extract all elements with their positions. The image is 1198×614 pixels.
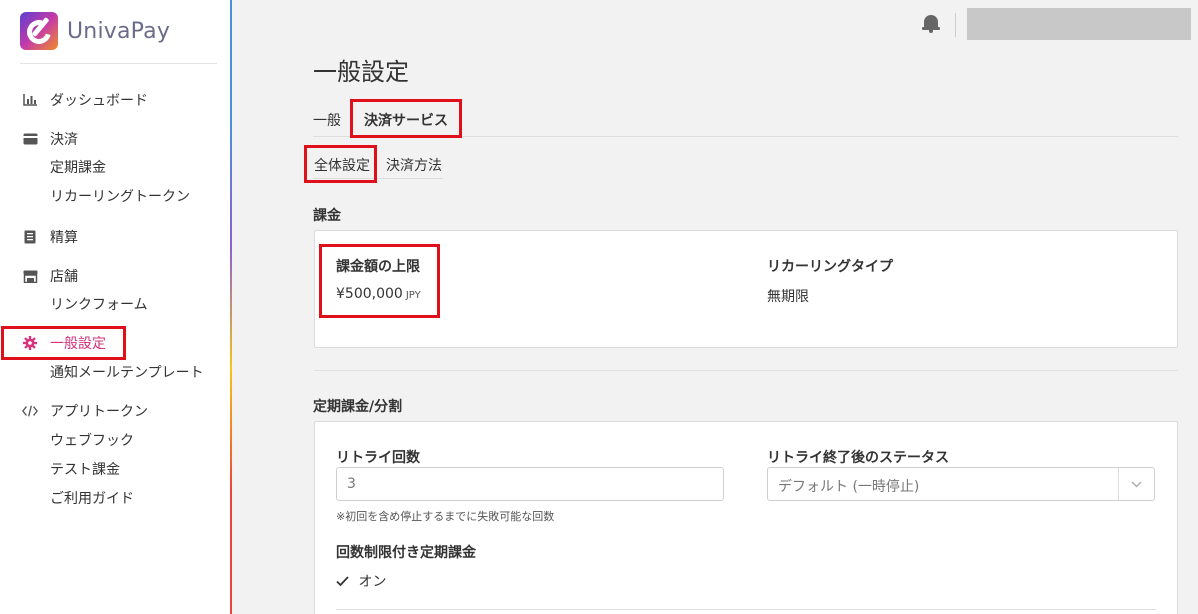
limited-subscription-value: オン: [358, 574, 387, 590]
sidebar-item-label: アプリトークン: [50, 404, 148, 420]
sidebar-item-link-form[interactable]: リンクフォーム: [50, 294, 148, 316]
subtab-payment-methods[interactable]: 決済方法: [386, 155, 442, 175]
highlight-box: [319, 244, 440, 318]
sidebar-item-label: 決済: [50, 132, 78, 148]
check-icon: [336, 574, 353, 590]
sidebar: UnivaPay ダッシュボード 決済 定期課金 リカーリングトークン 精算 店…: [0, 0, 232, 614]
highlight-box: [304, 145, 377, 183]
retry-count-hint: ※初回を含め停止するまでに失敗可能な回数: [336, 510, 555, 523]
sidebar-item-label: 店舗: [50, 269, 78, 285]
page-title: 一般設定: [313, 58, 409, 86]
retry-count-input[interactable]: 3: [336, 467, 724, 501]
sidebar-item-recurring-tokens[interactable]: リカーリングトークン: [50, 186, 190, 208]
recurring-type-value: 無期限: [767, 289, 809, 305]
limited-subscription-status: オン: [336, 571, 386, 591]
chevron-down-icon: [1118, 468, 1154, 500]
limited-subscription-label: 回数制限付き定期課金: [336, 545, 476, 561]
retry-end-status-select[interactable]: デフォルト (一時停止): [767, 467, 1155, 501]
sidebar-edge: [230, 0, 232, 614]
sidebar-item-subscriptions[interactable]: 定期課金: [50, 157, 106, 179]
document-icon: [22, 229, 38, 245]
brand-name: UnivaPay: [67, 18, 171, 44]
retry-count-label: リトライ回数: [336, 450, 420, 466]
credit-card-icon: [22, 131, 38, 147]
sidebar-divider: [20, 63, 217, 64]
code-icon: [22, 403, 38, 419]
retry-end-status-label: リトライ終了後のステータス: [767, 450, 949, 466]
sidebar-item-label: 精算: [50, 230, 78, 246]
sidebar-item-test-charge[interactable]: テスト課金: [50, 459, 120, 481]
section-divider: [314, 370, 1178, 371]
user-menu[interactable]: [967, 8, 1191, 40]
sidebar-item-webhooks[interactable]: ウェブフック: [50, 430, 134, 452]
bell-icon[interactable]: [922, 14, 940, 34]
highlight-box: [1, 326, 126, 360]
sidebar-item-label: ダッシュボード: [50, 93, 148, 109]
highlight-box: [350, 99, 462, 138]
billing-section-label: 課金: [313, 208, 341, 224]
card-divider: [336, 609, 1156, 610]
subscription-section-label: 定期課金/分割: [313, 399, 403, 415]
logo[interactable]: UnivaPay: [20, 12, 170, 50]
sidebar-item-user-guide[interactable]: ご利用ガイド: [50, 488, 134, 510]
topbar-separator: [955, 13, 956, 37]
billing-card: [314, 230, 1178, 348]
univapay-logo-icon: [20, 12, 58, 50]
bar-chart-icon: [22, 92, 38, 108]
recurring-type-label: リカーリングタイプ: [767, 259, 893, 275]
retry-end-status-value: デフォルト (一時停止): [778, 479, 920, 495]
store-icon: [22, 268, 38, 284]
sidebar-item-email-templates[interactable]: 通知メールテンプレート: [50, 362, 204, 384]
tab-general[interactable]: 一般: [313, 110, 341, 130]
